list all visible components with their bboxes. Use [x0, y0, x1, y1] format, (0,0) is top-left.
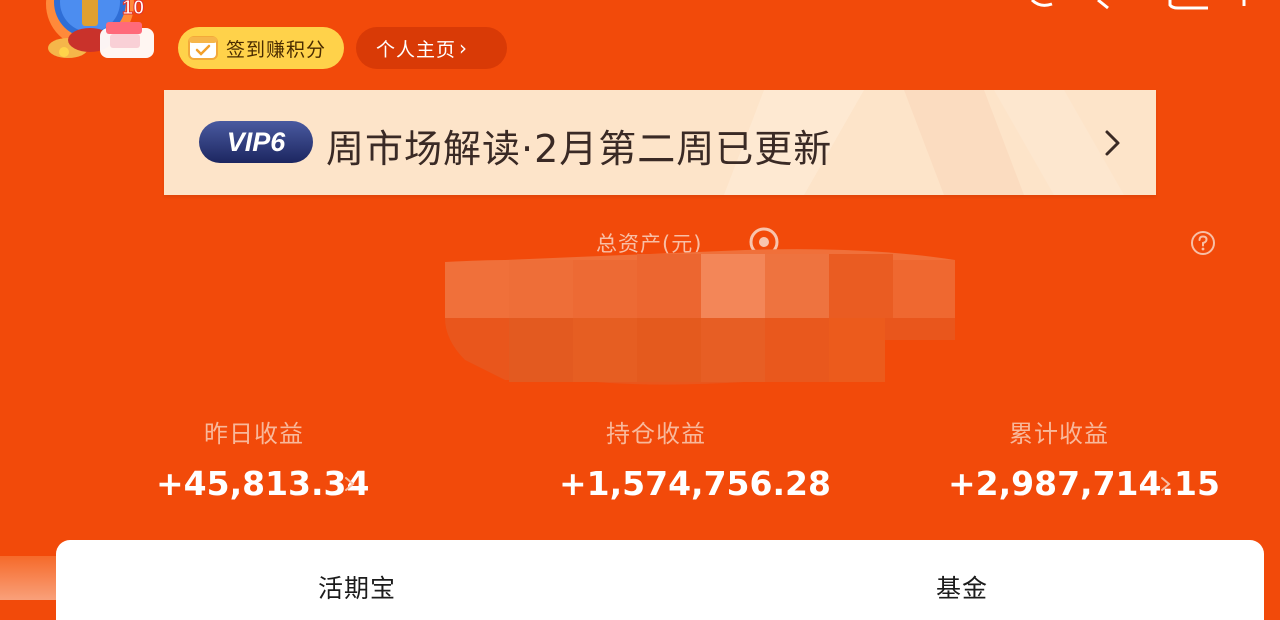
chevron-right-icon: › [459, 36, 468, 60]
question-icon[interactable] [1190, 230, 1216, 256]
avatar[interactable]: 10 [38, 0, 162, 68]
cumulative-earnings-label: 累计收益 [1009, 420, 1109, 448]
yesterday-earnings-value[interactable]: +45,813.34 [156, 464, 369, 503]
avatar-badge-number: 10 [122, 0, 144, 19]
checkin-label: 签到赚积分 [226, 38, 327, 61]
chevron-right-icon[interactable] [1160, 473, 1172, 495]
profile-button[interactable]: 个人主页 › [356, 27, 507, 69]
vip-level: VIP6 [227, 127, 287, 157]
card-edge-glow [0, 556, 60, 600]
message-icon [1030, 0, 1053, 7]
chevron-right-icon[interactable] [344, 473, 356, 495]
yesterday-earnings-label: 昨日收益 [204, 420, 304, 448]
top-right-icons[interactable] [1030, 0, 1280, 12]
checkin-icon [188, 36, 218, 60]
vip-banner-text: 周市场解读·2月第二周已更新 [326, 127, 833, 171]
profile-label: 个人主页 [376, 38, 457, 61]
vip-banner[interactable]: VIP6 周市场解读·2月第二周已更新 [164, 90, 1156, 195]
chevron-right-icon [1105, 130, 1120, 156]
settings-icon [1097, 0, 1109, 10]
cumulative-earnings-value[interactable]: +2,987,714.15 [948, 464, 1220, 503]
holding-earnings-value[interactable]: +1,574,756.28 [559, 464, 831, 503]
hidden-assets-value [445, 249, 955, 385]
holding-earnings-label: 持仓收益 [606, 420, 706, 448]
asset-category-card: 活期宝 基金 [56, 540, 1264, 620]
scan-icon [1168, 0, 1208, 10]
checkin-button[interactable]: 签到赚积分 [178, 27, 344, 69]
vip-badge: VIP6 [199, 121, 313, 163]
